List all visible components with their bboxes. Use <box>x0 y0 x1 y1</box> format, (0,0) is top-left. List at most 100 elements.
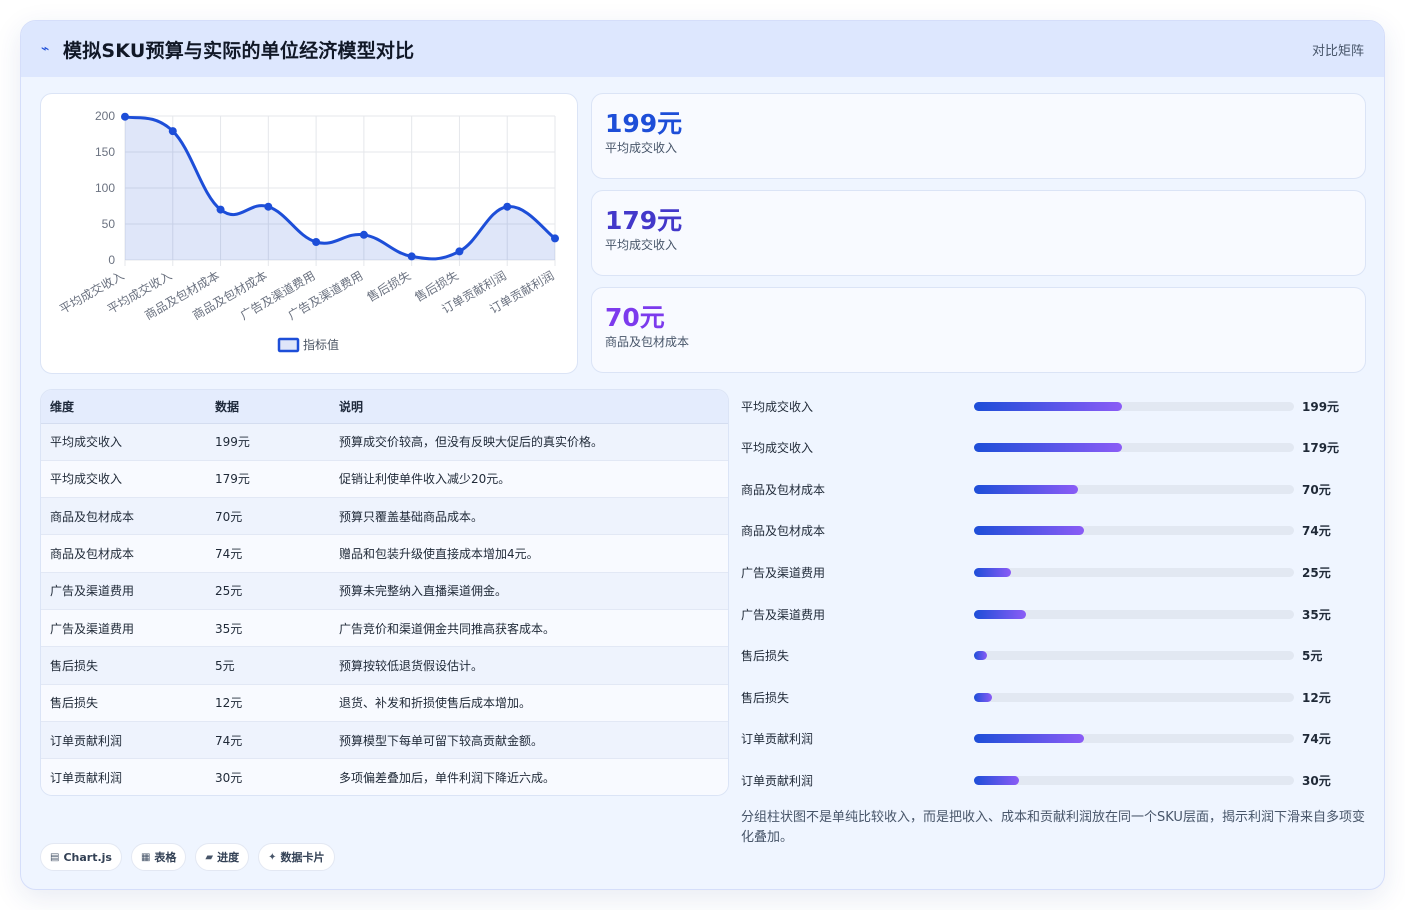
chip-progress[interactable]: ▰ 进度 <box>195 843 250 871</box>
table-cell: 预算只覆盖基础商品成本。 <box>330 497 728 536</box>
table-cell: 商品及包材成本 <box>41 534 206 573</box>
progress-value: 199元 <box>1302 399 1340 414</box>
data-point <box>455 247 464 256</box>
table-cell: 预算未完整纳入直播渠道佣金。 <box>330 572 728 610</box>
progress-track <box>974 775 1294 785</box>
progress-fill <box>974 567 1012 577</box>
panel-header: ⌁ 模拟SKU预算与实际的单位经济模型对比 对比矩阵 <box>21 21 1384 77</box>
data-point <box>407 252 416 261</box>
progress-row: 广告及渠道费用 25元 <box>741 562 1371 582</box>
table-cell: 74元 <box>206 721 330 760</box>
table-cell: 售后损失 <box>41 646 206 685</box>
progress-track <box>974 651 1294 661</box>
x-tick-label: 售后损失 <box>364 268 413 305</box>
table-row: 订单贡献利润 30元 多项偏差叠加后，单件利润下降近六成。 <box>41 758 728 795</box>
table-row: 售后损失 12元 退货、补发和折损使售后成本增加。 <box>41 684 728 722</box>
page-title: 模拟SKU预算与实际的单位经济模型对比 <box>63 39 415 62</box>
column-header: 说明 <box>330 390 728 424</box>
stat-label: 平均成交收入 <box>605 238 678 252</box>
trend-icon: ⌁ <box>41 41 50 57</box>
progress-fill <box>974 651 988 661</box>
progress-label: 平均成交收入 <box>741 399 814 414</box>
table-cell: 赠品和包装升级使直接成本增加4元。 <box>330 534 728 573</box>
chip-label: 数据卡片 <box>280 851 325 864</box>
stat-card-1: 199元 平均成交收入 <box>591 93 1366 179</box>
table-cell: 预算成交价较高，但没有反映大促后的真实价格。 <box>330 423 728 461</box>
y-tick-label: 150 <box>95 145 115 159</box>
table-cell: 74元 <box>206 534 330 573</box>
progress-track <box>974 484 1294 494</box>
progress-track <box>974 526 1294 536</box>
data-point <box>551 234 559 243</box>
stat-value: 70元 <box>605 303 665 332</box>
line-chart-card: 0 50 100 150 200 平均成交收入 平均成交收入 商品及包材成本 商品及包材成本 广告… <box>40 93 578 374</box>
chart-icon: ▤ <box>50 851 60 863</box>
table-cell: 广告竞价和渠道佣金共同推高获客成本。 <box>330 609 728 648</box>
progress-track <box>974 443 1294 453</box>
progress-track <box>974 567 1294 577</box>
progress-fill <box>974 775 1019 785</box>
progress-label: 售后损失 <box>741 690 790 705</box>
data-point <box>312 238 321 246</box>
table-cell: 25元 <box>206 572 330 610</box>
progress-label: 订单贡献利润 <box>741 773 814 788</box>
progress-track <box>974 609 1294 619</box>
column-header: 维度 <box>41 390 206 424</box>
chip-chartjs[interactable]: ▤ Chart.js <box>40 843 122 871</box>
stat-card-3: 70元 商品及包材成本 <box>591 287 1366 373</box>
table-cell: 199元 <box>206 423 330 461</box>
table-cell: 5元 <box>206 646 330 685</box>
progress-value: 179元 <box>1302 441 1340 456</box>
progress-row: 售后损失 12元 <box>741 687 1371 707</box>
y-tick-label: 50 <box>102 217 116 231</box>
table-cell: 多项偏差叠加后，单件利润下降近六成。 <box>339 771 556 786</box>
table-cell: 预算按较低退货假设估计。 <box>330 646 728 685</box>
progress-value: 5元 <box>1302 649 1323 664</box>
progress-row: 平均成交收入 179元 <box>741 438 1371 458</box>
data-point <box>121 112 129 121</box>
data-point <box>168 127 177 136</box>
table-icon: ▦ <box>140 851 151 863</box>
stat-value: 179元 <box>605 206 683 235</box>
progress-fill <box>974 692 992 702</box>
progress-row: 平均成交收入 199元 <box>741 396 1371 416</box>
table-header-row: 维度 数据 说明 <box>41 390 728 424</box>
chip-label: Chart.js <box>63 850 112 864</box>
chip-table[interactable]: ▦ 表格 <box>130 843 187 871</box>
progress-row: 广告及渠道费用 35元 <box>741 604 1371 624</box>
chip-label: 表格 <box>154 851 177 864</box>
stat-card-2: 179元 平均成交收入 <box>591 190 1366 276</box>
data-table: 维度 数据 说明 平均成交收入 199元 预算成交价较高，但没有反映大促后的真实价格… <box>41 390 728 795</box>
table-cell: 平均成交收入 <box>41 460 206 499</box>
progress-label: 商品及包材成本 <box>741 524 826 539</box>
progress-row: 售后损失 5元 <box>741 646 1371 666</box>
chip-data-card[interactable]: ✦ 数据卡片 <box>258 843 335 871</box>
table-cell: 订单贡献利润 <box>50 771 123 786</box>
progress-value: 25元 <box>1302 565 1331 580</box>
progress-value: 74元 <box>1302 524 1331 539</box>
progress-value: 74元 <box>1302 732 1331 747</box>
table-row: 订单贡献利润 74元 预算模型下每单可留下较高贡献金额。 <box>41 721 728 760</box>
progress-fill <box>974 443 1123 453</box>
table-cell: 促销让利使单件收入减少20元。 <box>330 460 728 499</box>
tech-chips: ▤ Chart.js ▦ 表格 ▰ 进度 ✦ 数据卡片 <box>40 843 335 871</box>
progress-fill <box>974 609 1027 619</box>
progress-label: 平均成交收入 <box>741 441 814 456</box>
progress-fill <box>974 484 1079 494</box>
table-row: 售后损失 5元 预算按较低退货假设估计。 <box>41 646 728 685</box>
table-cell: 179元 <box>206 460 330 499</box>
progress-value: 12元 <box>1302 690 1331 705</box>
progress-fill <box>974 401 1123 411</box>
comparison-matrix-link[interactable]: 对比矩阵 <box>1312 40 1364 59</box>
chip-label: 进度 <box>217 851 240 864</box>
table-cell: 70元 <box>206 497 330 536</box>
table-row: 广告及渠道费用 35元 广告竞价和渠道佣金共同推高获客成本。 <box>41 609 728 648</box>
data-table-card: 维度 数据 说明 平均成交收入 199元 预算成交价较高，但没有反映大促后的真实价格… <box>40 389 729 796</box>
y-tick-label: 100 <box>95 181 115 195</box>
stat-label: 平均成交收入 <box>605 141 678 155</box>
progress-label: 广告及渠道费用 <box>741 607 826 622</box>
progress-row: 订单贡献利润 74元 <box>741 729 1371 749</box>
progress-label: 售后损失 <box>741 649 790 664</box>
table-row: 商品及包材成本 70元 预算只覆盖基础商品成本。 <box>41 497 728 536</box>
table-cell: 平均成交收入 <box>41 423 206 461</box>
